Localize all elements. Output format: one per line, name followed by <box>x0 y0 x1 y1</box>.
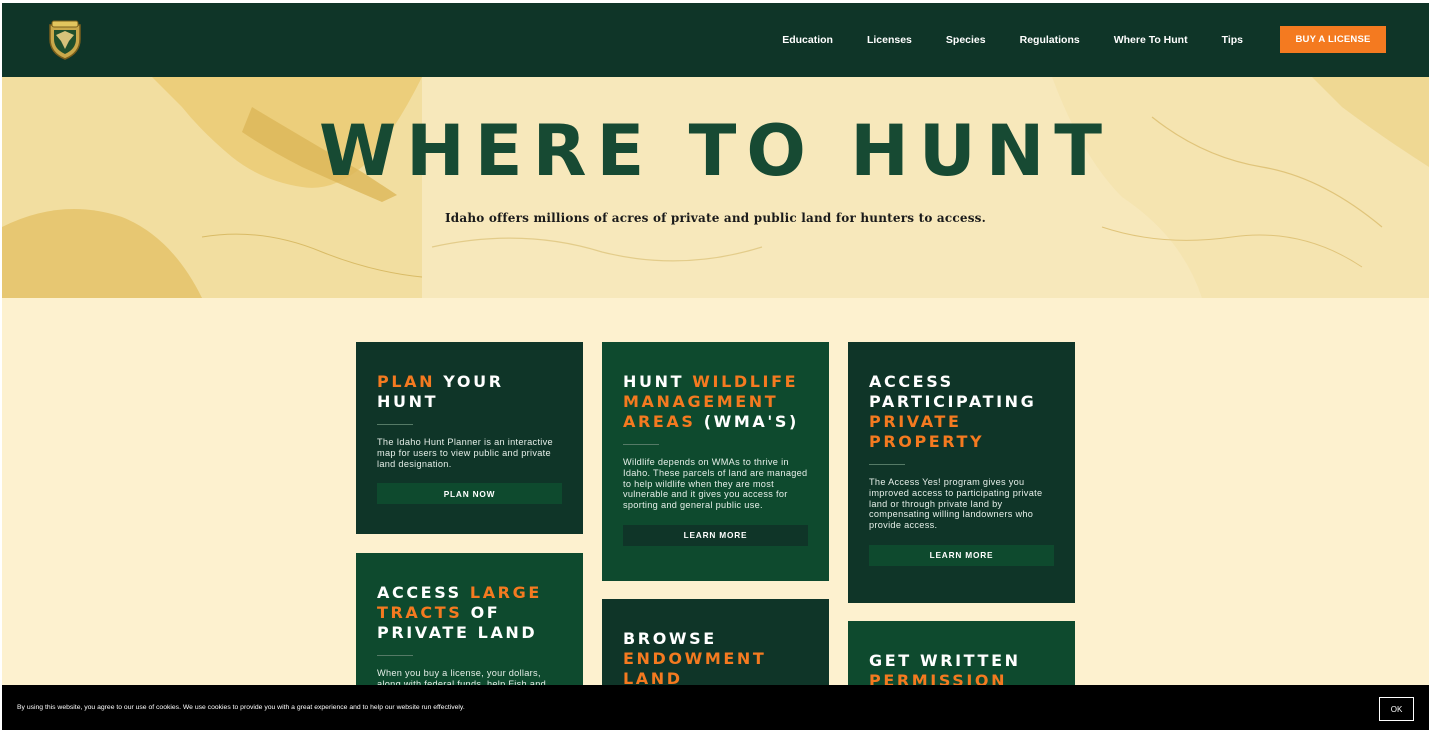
card-plan-your-hunt: PLAN YOUR HUNT The Idaho Hunt Planner is… <box>356 342 583 534</box>
primary-nav: Education Licenses Species Regulations W… <box>748 3 1243 77</box>
nav-link-species[interactable]: Species <box>946 34 986 46</box>
idaho-fish-game-logo[interactable] <box>46 19 84 61</box>
cookie-consent-bar: By using this website, you agree to our … <box>2 685 1429 730</box>
card-divider <box>869 464 905 465</box>
card-title: BROWSE ENDOWMENT LAND <box>623 629 767 688</box>
nav-link-tips[interactable]: Tips <box>1222 34 1243 46</box>
nav-link-where-to-hunt[interactable]: Where To Hunt <box>1114 34 1188 46</box>
page-title: WHERE TO HUNT <box>318 110 1113 192</box>
cookie-message: By using this website, you agree to our … <box>17 704 465 711</box>
card-description: Wildlife depends on WMAs to thrive in Id… <box>623 457 808 511</box>
nav-link-education[interactable]: Education <box>782 34 833 46</box>
wma-learn-more-button[interactable]: LEARN MORE <box>623 524 808 546</box>
cookie-ok-button[interactable]: OK <box>1379 697 1414 721</box>
card-title: ACCESS LARGE TRACTS OF PRIVATE LAND <box>377 583 542 642</box>
card-description: The Access Yes! program gives you improv… <box>869 477 1043 531</box>
page: Education Licenses Species Regulations W… <box>2 3 1429 730</box>
card-divider <box>623 444 659 445</box>
access-yes-learn-more-button[interactable]: LEARN MORE <box>869 544 1054 566</box>
card-divider <box>377 655 413 656</box>
nav-link-licenses[interactable]: Licenses <box>867 34 912 46</box>
card-title: ACCESS PARTICIPATING PRIVATE PROPERTY <box>869 372 1037 451</box>
buy-license-button[interactable]: BUY A LICENSE <box>1280 26 1386 53</box>
card-description: The Idaho Hunt Planner is an interactive… <box>377 437 553 469</box>
card-title: PLAN YOUR HUNT <box>377 372 504 411</box>
nav-link-regulations[interactable]: Regulations <box>1020 34 1080 46</box>
card-title: HUNT WILDLIFE MANAGEMENT AREAS (WMA'S) <box>623 372 799 431</box>
card-access-private-property: ACCESS PARTICIPATING PRIVATE PROPERTY Th… <box>848 342 1075 603</box>
hero-subtitle: Idaho offers millions of acres of privat… <box>444 211 987 225</box>
card-divider <box>377 424 413 425</box>
hero-banner: WHERE TO HUNT Idaho offers millions of a… <box>2 77 1429 298</box>
plan-now-button[interactable]: PLAN NOW <box>377 483 562 505</box>
site-header: Education Licenses Species Regulations W… <box>2 3 1429 77</box>
card-hunt-wma: HUNT WILDLIFE MANAGEMENT AREAS (WMA'S) W… <box>602 342 829 581</box>
